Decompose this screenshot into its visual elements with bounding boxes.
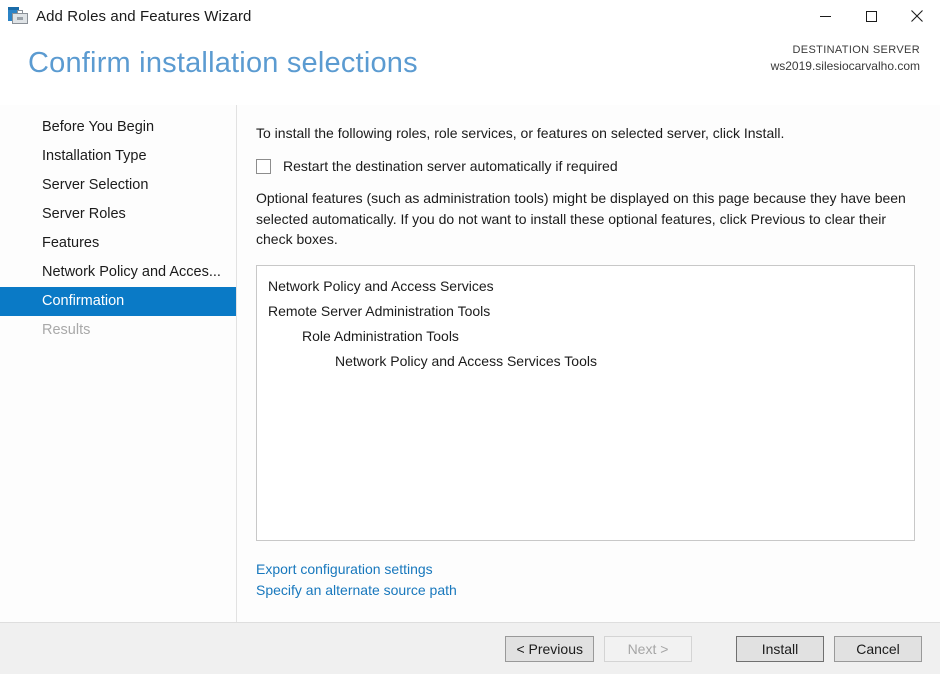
sidebar-item-label: Installation Type <box>42 148 147 164</box>
cancel-button[interactable]: Cancel <box>834 635 922 662</box>
sidebar-item-label: Server Roles <box>42 206 126 222</box>
minimize-icon[interactable] <box>802 0 848 32</box>
restart-server-checkbox-row[interactable]: Restart the destination server automatic… <box>256 158 915 176</box>
wizard-toolbox-icon <box>8 6 28 26</box>
destination-server-label: DESTINATION SERVER <box>792 44 920 56</box>
list-item: Network Policy and Access Services Tools <box>335 352 597 369</box>
sidebar-item-installation-type[interactable]: Installation Type <box>0 142 236 171</box>
sidebar-item-confirmation[interactable]: Confirmation <box>0 287 236 316</box>
sidebar-item-server-selection[interactable]: Server Selection <box>0 171 236 200</box>
intro-text: To install the following roles, role ser… <box>256 125 785 141</box>
export-configuration-settings-link[interactable]: Export configuration settings <box>256 559 433 580</box>
optional-features-text: Optional features (such as administratio… <box>256 190 906 248</box>
add-roles-and-features-wizard-window: Add Roles and Features Wizard Confirm in… <box>0 0 940 674</box>
sidebar-item-features[interactable]: Features <box>0 229 236 258</box>
list-item: Role Administration Tools <box>302 327 459 344</box>
maximize-icon[interactable] <box>848 0 894 32</box>
list-item: Remote Server Administration Tools <box>268 302 491 319</box>
main-content: To install the following roles, role ser… <box>237 105 940 622</box>
title-bar: Add Roles and Features Wizard <box>0 0 940 33</box>
specify-alternate-source-path-link[interactable]: Specify an alternate source path <box>256 580 457 601</box>
action-links: Export configuration settings Specify an… <box>256 559 915 601</box>
window-controls <box>802 0 940 32</box>
sidebar-item-label: Before You Begin <box>42 119 155 135</box>
sidebar-item-label: Features <box>42 235 100 251</box>
selected-features-listbox[interactable]: Network Policy and Access Services Remot… <box>256 264 915 541</box>
page-header: Confirm installation selections DESTINAT… <box>0 33 940 105</box>
sidebar-item-server-roles[interactable]: Server Roles <box>0 200 236 229</box>
destination-server-info: DESTINATION SERVER ws2019.silesiocarvalh… <box>771 43 920 74</box>
wizard-steps-sidebar: Before You Begin Installation Type Serve… <box>0 105 237 622</box>
body-area: Before You Begin Installation Type Serve… <box>0 105 940 622</box>
wizard-footer: < Previous Next > Install Cancel <box>0 622 940 674</box>
next-button: Next > <box>604 635 692 662</box>
close-icon[interactable] <box>894 0 940 32</box>
sidebar-item-label: Server Selection <box>42 177 149 193</box>
restart-server-checkbox-label: Restart the destination server automatic… <box>283 157 618 174</box>
sidebar-item-network-policy-and-access[interactable]: Network Policy and Acces... <box>0 258 236 287</box>
install-button[interactable]: Install <box>736 635 824 662</box>
sidebar-item-before-you-begin[interactable]: Before You Begin <box>0 113 236 142</box>
page-title: Confirm installation selections <box>28 47 418 79</box>
restart-server-checkbox[interactable] <box>256 158 271 174</box>
window-title: Add Roles and Features Wizard <box>36 7 252 25</box>
sidebar-item-label: Confirmation <box>42 293 125 309</box>
sidebar-item-results: Results <box>0 316 236 345</box>
sidebar-item-label: Results <box>42 322 91 338</box>
previous-button[interactable]: < Previous <box>505 635 594 662</box>
sidebar-item-label: Network Policy and Acces... <box>42 264 221 280</box>
list-item: Network Policy and Access Services <box>268 277 494 294</box>
destination-server-value: ws2019.silesiocarvalho.com <box>770 58 920 73</box>
